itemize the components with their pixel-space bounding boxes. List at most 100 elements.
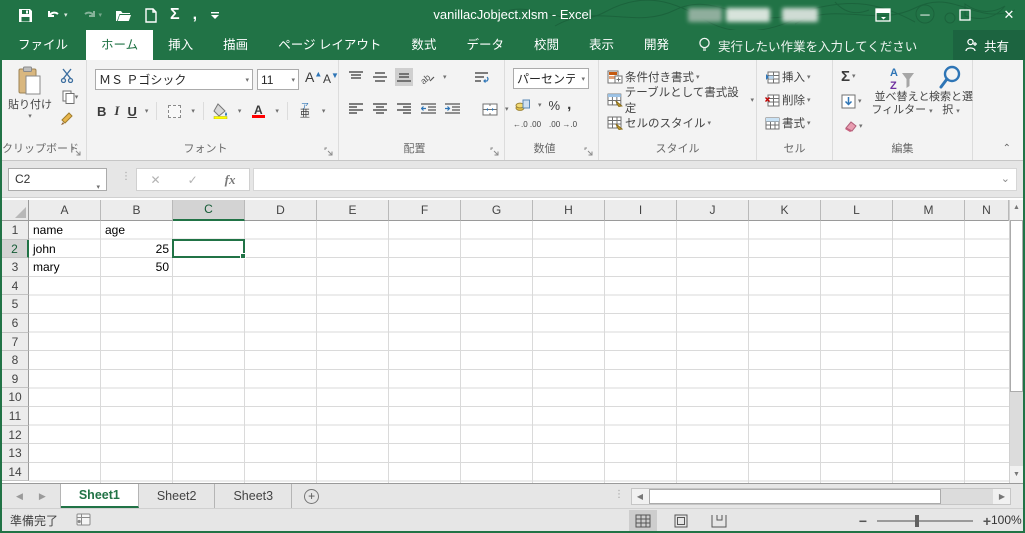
- tab-校閲[interactable]: 校閲: [519, 30, 574, 60]
- cell-styles-button[interactable]: セルのスタイル ▾: [605, 113, 756, 133]
- row-header-14[interactable]: 14: [2, 462, 29, 482]
- font-color-dropdown-icon[interactable]: ▾: [275, 107, 279, 115]
- clear-button[interactable]: ▾: [839, 116, 865, 136]
- grid-cell[interactable]: age: [101, 221, 173, 239]
- row-header-5[interactable]: 5: [2, 295, 29, 314]
- tab-ファイル[interactable]: ファイル: [0, 30, 86, 60]
- row-header-8[interactable]: 8: [2, 351, 29, 370]
- conditional-formatting-button-dropdown-icon[interactable]: ▾: [696, 73, 700, 81]
- scroll-down-icon[interactable]: ▼: [1010, 467, 1023, 483]
- autosum-button[interactable]: Σ ▾: [839, 66, 865, 86]
- column-header-F[interactable]: F: [389, 200, 461, 221]
- column-header-I[interactable]: I: [605, 200, 677, 221]
- insert-cells-button-dropdown-icon[interactable]: ▾: [807, 73, 811, 81]
- row-header-3[interactable]: 3: [2, 258, 29, 277]
- row-header-1[interactable]: 1: [2, 221, 29, 240]
- cell-grid[interactable]: [29, 221, 1009, 483]
- minimize-button[interactable]: ─: [917, 0, 933, 30]
- format-as-table-button[interactable]: テーブルとして書式設定 ▾: [605, 87, 756, 115]
- tab-ホーム[interactable]: ホーム: [86, 30, 154, 60]
- orientation-dropdown-icon[interactable]: ▾: [443, 73, 447, 81]
- orientation-icon[interactable]: ab: [419, 68, 437, 86]
- sheet-tab-Sheet3[interactable]: Sheet3: [215, 484, 293, 508]
- borders-icon[interactable]: [165, 102, 183, 120]
- grid-cell[interactable]: name: [29, 221, 101, 239]
- sort-filter-button[interactable]: A Z 並べ替えとフィルター ▾: [871, 65, 933, 118]
- fill-color-dropdown-icon[interactable]: ▾: [238, 107, 242, 115]
- copy-icon[interactable]: ▾: [58, 88, 82, 106]
- row-header-13[interactable]: 13: [2, 444, 29, 463]
- column-header-G[interactable]: G: [461, 200, 533, 221]
- align-left-icon[interactable]: [347, 100, 365, 118]
- cell-styles-button-dropdown-icon[interactable]: ▾: [708, 119, 712, 127]
- font-color-icon[interactable]: A: [249, 102, 267, 120]
- column-header-J[interactable]: J: [677, 200, 749, 221]
- scroll-left-icon[interactable]: ◀: [632, 489, 648, 504]
- prev-sheet-icon[interactable]: ◀: [16, 491, 23, 502]
- row-header-11[interactable]: 11: [2, 407, 29, 426]
- underline-button[interactable]: U: [127, 104, 136, 119]
- borders-dropdown-icon[interactable]: ▾: [191, 107, 195, 115]
- scroll-right-icon[interactable]: ▶: [994, 489, 1010, 504]
- column-header-N[interactable]: N: [965, 200, 1009, 221]
- new-sheet-button[interactable]: +: [292, 484, 331, 508]
- font-dialog-launcher-icon[interactable]: [324, 145, 334, 156]
- format-as-table-button-dropdown-icon[interactable]: ▾: [750, 96, 754, 104]
- bold-button[interactable]: B: [97, 104, 106, 119]
- expand-formula-bar-icon[interactable]: ⌄: [1001, 172, 1010, 185]
- formula-input[interactable]: ⌄: [253, 168, 1017, 191]
- decrease-indent-icon[interactable]: [419, 100, 437, 118]
- row-header-12[interactable]: 12: [2, 425, 29, 445]
- increase-decimal-icon[interactable]: ←.0 .00: [513, 120, 541, 129]
- column-header-K[interactable]: K: [749, 200, 821, 221]
- column-header-C[interactable]: C: [173, 200, 245, 221]
- comma-style-icon[interactable]: ,: [567, 97, 571, 112]
- align-right-icon[interactable]: [395, 100, 413, 118]
- column-header-H[interactable]: H: [533, 200, 605, 221]
- insert-function-icon[interactable]: fx: [225, 172, 236, 188]
- merge-center-icon[interactable]: [481, 100, 499, 118]
- column-header-B[interactable]: B: [101, 200, 173, 221]
- share-button[interactable]: 共有: [952, 30, 1025, 60]
- fill-color-icon[interactable]: [212, 102, 230, 120]
- close-button[interactable]: ✕: [1001, 0, 1017, 30]
- align-bottom-icon[interactable]: [395, 68, 413, 86]
- column-header-D[interactable]: D: [245, 200, 317, 221]
- sheet-tab-Sheet1[interactable]: Sheet1: [60, 484, 139, 508]
- decrease-decimal-icon[interactable]: .00 →.0: [549, 120, 577, 129]
- name-box-dropdown-icon[interactable]: ▾: [96, 177, 100, 198]
- column-header-A[interactable]: A: [29, 200, 101, 221]
- horizontal-scroll-thumb[interactable]: [649, 489, 941, 504]
- accounting-format-icon[interactable]: [513, 96, 531, 114]
- tab-開発[interactable]: 開発: [629, 30, 684, 60]
- align-middle-icon[interactable]: [371, 68, 389, 86]
- paste-dropdown-icon[interactable]: ▾: [28, 112, 32, 120]
- page-break-preview-icon[interactable]: [705, 510, 733, 531]
- active-cell-selection[interactable]: [172, 238, 246, 260]
- column-header-E[interactable]: E: [317, 200, 389, 221]
- maximize-button[interactable]: [959, 9, 975, 21]
- decrease-font-size-icon[interactable]: A▼: [323, 71, 339, 86]
- format-cells-button[interactable]: 書式 ▾: [763, 113, 813, 133]
- formula-bar-grip[interactable]: ⋮: [121, 171, 131, 182]
- wrap-text-icon[interactable]: [473, 68, 491, 86]
- tab-挿入[interactable]: 挿入: [153, 30, 208, 60]
- accounting-dropdown-icon[interactable]: ▾: [538, 101, 542, 109]
- fill-button[interactable]: ▾: [839, 91, 865, 111]
- font-size-combo[interactable]: 11 ▾: [257, 69, 299, 90]
- tell-me-box[interactable]: 実行したい作業を入力してください: [684, 30, 917, 60]
- find-select-button[interactable]: 検索と選択 ▾: [929, 65, 973, 118]
- alignment-dialog-launcher-icon[interactable]: [490, 145, 500, 156]
- number-format-combo[interactable]: パーセンテージ▾: [513, 68, 589, 89]
- tab-描画[interactable]: 描画: [208, 30, 263, 60]
- grid-cell[interactable]: mary: [29, 258, 101, 276]
- phonetic-dropdown-icon[interactable]: ▾: [322, 107, 326, 115]
- name-box[interactable]: C2 ▾: [8, 168, 107, 191]
- grid-cell[interactable]: john: [29, 240, 101, 258]
- paste-button[interactable]: 貼り付け ▾: [4, 66, 56, 120]
- tabbar-grip[interactable]: ⋮: [614, 489, 624, 500]
- tab-表示[interactable]: 表示: [574, 30, 629, 60]
- font-name-combo[interactable]: ＭＳ Ｐゴシック ▾: [95, 69, 253, 90]
- horizontal-scrollbar[interactable]: ◀ ▶: [631, 488, 1011, 505]
- row-header-10[interactable]: 10: [2, 388, 29, 407]
